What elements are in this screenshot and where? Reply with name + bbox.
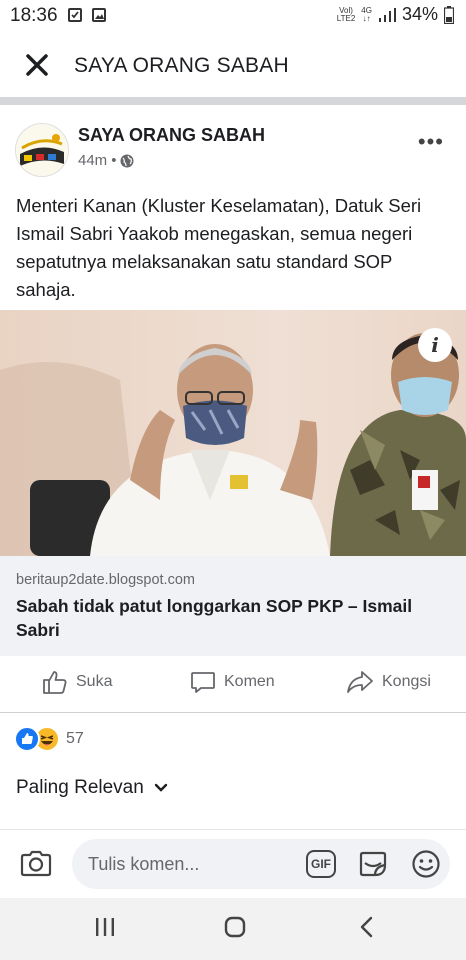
link-preview[interactable]: beritaup2date.blogspot.com Sabah tidak p… <box>0 556 466 656</box>
like-button[interactable]: Suka <box>42 669 112 695</box>
signal-icon <box>378 7 396 22</box>
page-avatar[interactable] <box>15 123 69 177</box>
more-options-button[interactable]: ••• <box>418 129 444 155</box>
reactions-summary[interactable]: 57 <box>14 726 84 752</box>
link-title[interactable]: Sabah tidak patut longgarkan SOP PKP – I… <box>16 594 446 642</box>
network-type-indicator: 4G ↓↑ <box>361 5 372 23</box>
thumbs-up-icon <box>43 671 67 694</box>
share-button[interactable]: Kongsi <box>346 669 431 695</box>
camera-icon[interactable] <box>20 848 52 878</box>
app-bar: SAYA ORANG SABAH <box>0 32 466 100</box>
checkbox-notification-icon <box>68 8 82 22</box>
sort-label: Paling Relevan <box>16 777 144 798</box>
post-text: Menteri Kanan (Kluster Keselamatan), Dat… <box>16 195 422 300</box>
back-icon[interactable] <box>356 916 378 938</box>
like-icon <box>14 726 40 752</box>
share-label: Kongsi <box>382 673 431 690</box>
comment-label: Komen <box>224 673 275 690</box>
battery-icon <box>444 5 454 24</box>
comment-input[interactable] <box>72 839 450 889</box>
meta-separator: • <box>111 152 117 169</box>
system-nav-bar <box>0 898 466 960</box>
app-bar-title: SAYA ORANG SABAH <box>74 54 289 77</box>
battery-level: 34% <box>401 4 438 24</box>
action-bar: Suka Komen Kongsi <box>0 657 466 713</box>
post-meta: 44m • <box>78 152 134 169</box>
sticker-icon[interactable] <box>357 849 389 879</box>
recent-apps-icon[interactable] <box>94 916 116 938</box>
post-header: SAYA ORANG SABAH 44m • ••• <box>0 105 466 183</box>
post-image[interactable]: i <box>0 310 466 556</box>
like-label: Suka <box>76 673 113 690</box>
chevron-down-icon <box>154 783 168 792</box>
volte-indicator: Vol) LTE2 <box>336 5 356 23</box>
link-domain: beritaup2date.blogspot.com <box>16 572 195 588</box>
status-time: 18:36 <box>10 5 58 26</box>
reaction-count: 57 <box>66 730 84 747</box>
close-icon[interactable] <box>22 50 52 80</box>
status-right-group: Vol) LTE2 4G ↓↑ 34% <box>337 4 454 25</box>
emoji-icon[interactable] <box>411 849 441 879</box>
share-icon <box>347 671 373 693</box>
post-time[interactable]: 44m <box>78 152 107 169</box>
gallery-notification-icon <box>92 8 106 22</box>
comment-button[interactable]: Komen <box>190 669 275 695</box>
section-divider <box>0 97 466 105</box>
page-name[interactable]: SAYA ORANG SABAH <box>78 125 265 146</box>
comment-composer: GIF <box>0 830 466 898</box>
gif-button[interactable]: GIF <box>306 850 336 878</box>
home-icon[interactable] <box>224 916 246 938</box>
comment-icon <box>191 672 215 693</box>
comment-sort-dropdown[interactable]: Paling Relevan <box>16 777 168 799</box>
globe-icon <box>120 154 134 167</box>
action-separator <box>0 712 466 713</box>
status-bar: 18:36 Vol) LTE2 4G ↓↑ 34% <box>0 0 466 32</box>
info-button[interactable]: i <box>418 328 452 362</box>
